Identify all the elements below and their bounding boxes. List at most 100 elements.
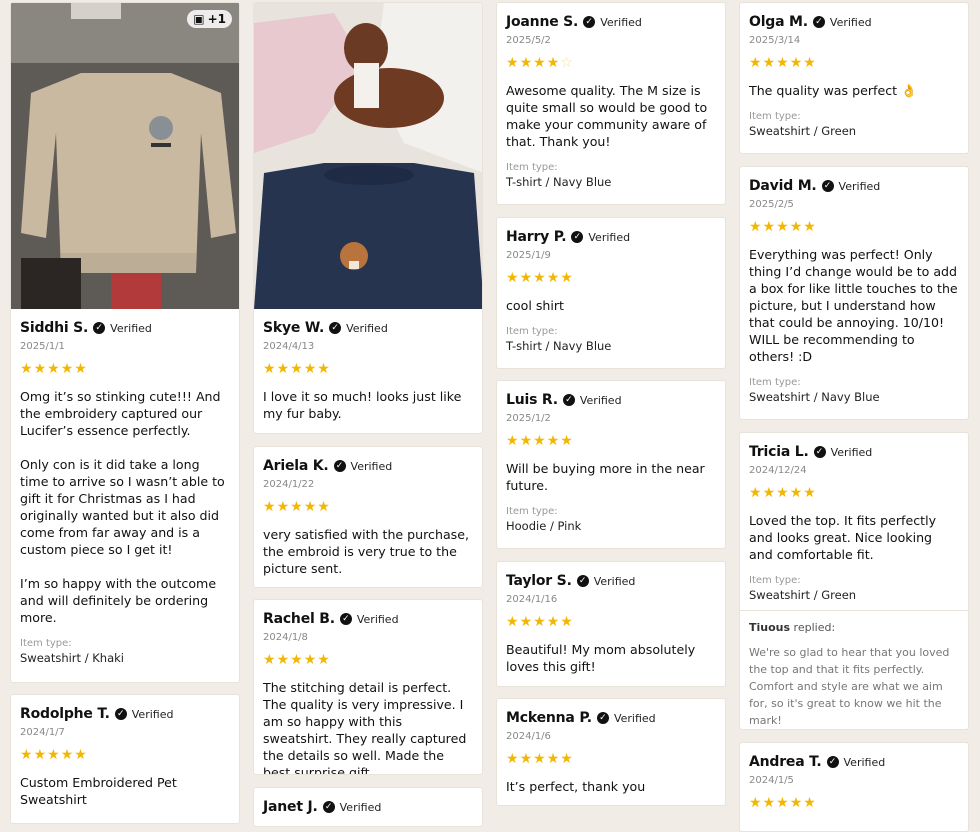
reviewer-name: Siddhi S.	[20, 320, 89, 336]
verified-label: Verified	[350, 459, 393, 473]
star-icon: ★	[546, 751, 560, 767]
star-icon: ★	[533, 270, 546, 286]
reviewer-name: Rachel B.	[263, 611, 335, 627]
star-rating: ★ ★ ★ ★ ★	[749, 56, 959, 70]
star-rating: ★ ★ ★ ★ ★	[506, 615, 716, 629]
dog-sweatshirt-photo	[254, 3, 482, 309]
star-rating: ★ ★ ★ ★ ★	[20, 362, 230, 376]
star-icon: ★	[762, 219, 776, 235]
star-icon: ★	[560, 614, 573, 630]
star-icon: ★	[560, 751, 573, 767]
review-date: 2025/3/14	[749, 35, 801, 46]
star-icon: ★	[519, 433, 533, 449]
review-photo[interactable]: ▣ +1	[11, 3, 239, 309]
star-icon: ★	[317, 361, 330, 377]
star-icon: ★	[789, 55, 803, 71]
star-rating: ★ ★ ★ ★ ★	[506, 752, 716, 766]
review-card[interactable]: Skye W. ✓ Verified 2024/4/13 ★ ★ ★ ★ ★ I lov…	[253, 2, 483, 434]
star-rating: ★ ★ ★ ★ ★	[506, 271, 716, 285]
star-icon: ★	[506, 751, 519, 767]
star-icon: ★	[776, 219, 789, 235]
star-icon: ★	[20, 747, 33, 763]
star-rating: ★ ★ ★ ★ ★	[263, 653, 473, 667]
item-type-label: Item type:	[506, 506, 558, 517]
review-text: Loved the top. It fits perfectly and loo…	[749, 513, 937, 562]
review-card[interactable]: Rachel B. ✓ Verified 2024/1/8 ★ ★ ★ ★ ★ The …	[253, 599, 483, 775]
review-text: Beautiful! My mom absolutely loves this …	[506, 642, 696, 674]
verified-check-icon: ✓	[333, 460, 346, 472]
verified-label: Verified	[593, 574, 636, 588]
reviewer-name: Rodolphe T.	[20, 706, 110, 722]
review-date: 2024/1/7	[20, 727, 65, 738]
review-card[interactable]: Janet J. ✓ Verified	[253, 787, 483, 827]
star-icon: ★	[546, 433, 560, 449]
review-card[interactable]: Joanne S. ✓ Verified 2025/5/2 ★ ★ ★ ★ ☆ Awes…	[496, 2, 726, 205]
verified-label: Verified	[830, 445, 873, 459]
reviewer-name: Luis R.	[506, 392, 558, 408]
star-icon: ★	[762, 55, 776, 71]
star-icon: ★	[789, 219, 803, 235]
item-type-value: Hoodie / Pink	[506, 519, 582, 533]
verified-label: Verified	[600, 15, 642, 29]
star-icon: ★	[303, 361, 317, 377]
review-text: Omg it’s so stinking cute!!! And the emb…	[20, 389, 225, 625]
star-icon: ★	[519, 751, 533, 767]
more-photos-count: +1	[207, 12, 226, 26]
review-text: Custom Embroidered Pet Sweatshirt	[20, 775, 177, 807]
verified-label: Verified	[356, 612, 399, 626]
star-icon: ★	[546, 614, 560, 630]
review-card[interactable]: Harry P. ✓ Verified 2025/1/9 ★ ★ ★ ★ ★ cool …	[496, 217, 726, 369]
review-card[interactable]: Luis R. ✓ Verified 2025/1/2 ★ ★ ★ ★ ★ Will b…	[496, 380, 726, 549]
verified-label: Verified	[110, 321, 152, 335]
review-card[interactable]: Tricia L. ✓ Verified 2024/12/24 ★ ★ ★ ★ ★ Lo…	[739, 432, 969, 730]
review-card[interactable]: Rodolphe T. ✓ Verified 2024/1/7 ★ ★ ★ ★ ★ Cu…	[10, 694, 240, 824]
review-text: cool shirt	[506, 298, 564, 313]
item-type-label: Item type:	[506, 326, 558, 337]
verified-check-icon: ✓	[813, 446, 826, 458]
review-date: 2024/1/6	[506, 731, 551, 742]
star-icon: ★	[533, 614, 546, 630]
star-icon: ★	[533, 433, 546, 449]
star-icon: ★	[60, 361, 74, 377]
star-icon: ★	[519, 270, 533, 286]
star-icon: ★	[303, 499, 317, 515]
review-date: 2024/1/8	[263, 632, 308, 643]
verified-check-icon: ✓	[329, 322, 342, 334]
star-icon: ★	[803, 485, 816, 501]
verified-check-icon: ✓	[114, 708, 127, 720]
star-icon: ★	[506, 433, 519, 449]
review-card[interactable]: ▣ +1 Siddhi S. ✓ Verified 2025/1/1 ★ ★ ★ ★ ★…	[10, 2, 240, 683]
star-icon: ★	[749, 219, 762, 235]
item-type-label: Item type:	[749, 575, 801, 586]
star-rating: ★ ★ ★ ★ ★	[749, 486, 959, 500]
review-photo[interactable]	[254, 3, 482, 309]
review-card[interactable]: Andrea T. ✓ Verified 2024/1/5 ★ ★ ★ ★ ★	[739, 742, 969, 832]
review-date: 2024/12/24	[749, 465, 807, 476]
more-photos-badge[interactable]: ▣ +1	[187, 10, 232, 28]
star-icon: ★	[276, 652, 290, 668]
review-card[interactable]: Olga M. ✓ Verified 2025/3/14 ★ ★ ★ ★ ★ The q…	[739, 2, 969, 154]
verified-check-icon: ✓	[596, 712, 609, 724]
review-card[interactable]: Taylor S. ✓ Verified 2024/1/16 ★ ★ ★ ★ ★ Bea…	[496, 561, 726, 687]
star-icon: ★	[290, 499, 303, 515]
verified-check-icon: ✓	[93, 322, 106, 334]
star-icon: ★	[762, 485, 776, 501]
star-icon: ★	[33, 747, 47, 763]
review-card[interactable]: Ariela K. ✓ Verified 2024/1/22 ★ ★ ★ ★ ★ ver…	[253, 446, 483, 588]
star-icon: ★	[33, 361, 47, 377]
review-card[interactable]: David M. ✓ Verified 2025/2/5 ★ ★ ★ ★ ★ Every…	[739, 166, 969, 420]
star-icon: ★	[533, 55, 546, 71]
star-icon: ★	[60, 747, 74, 763]
star-icon: ★	[303, 652, 317, 668]
khaki-sweatshirt-photo	[11, 3, 239, 309]
star-icon: ★	[519, 55, 533, 71]
review-card[interactable]: Mckenna P. ✓ Verified 2024/1/6 ★ ★ ★ ★ ★ It’…	[496, 698, 726, 806]
star-icon: ★	[74, 747, 87, 763]
star-icon: ★	[803, 219, 816, 235]
star-icon: ★	[317, 499, 330, 515]
reviewer-name: Ariela K.	[263, 458, 329, 474]
verified-check-icon: ✓	[583, 16, 596, 28]
review-text: It’s perfect, thank you	[506, 779, 646, 794]
reviewer-name: Andrea T.	[749, 754, 822, 770]
star-empty-icon: ☆	[560, 55, 573, 71]
